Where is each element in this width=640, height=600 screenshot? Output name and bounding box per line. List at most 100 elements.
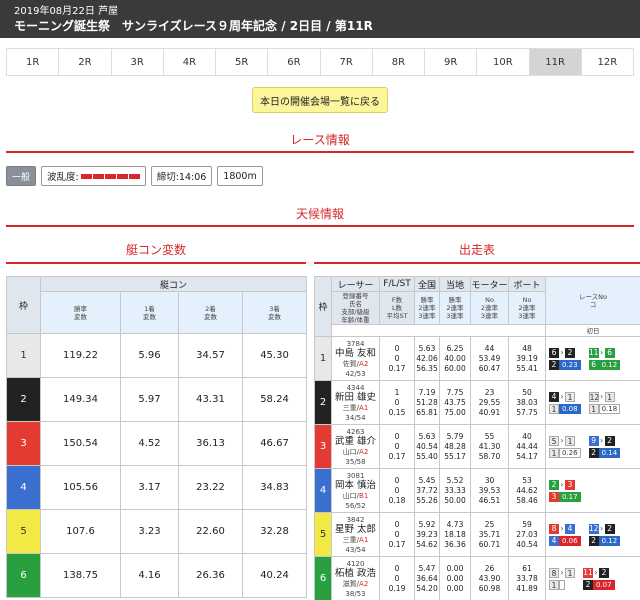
race-tab-3r[interactable]: 3R: [111, 49, 164, 75]
table-row: 4 105.56 3.17 23.22 34.83: [6, 465, 308, 510]
racer-cell: 4263 武重 雄介 山口/A2 35/58: [331, 424, 380, 469]
last-race: 12 › 2 2 0.12: [588, 523, 622, 547]
motor-value: 46.51: [478, 495, 501, 505]
motor-cell: 23 29.55 40.91: [470, 380, 509, 425]
race-tab-5r[interactable]: 5R: [216, 49, 269, 75]
col-boat: ボート: [508, 276, 546, 292]
last-races-group: 6 › 2 2 0.23 11 › 6 6 0.12: [548, 347, 638, 371]
boat-cell: 50 38.03 57.75: [508, 380, 546, 425]
last-race-st: 1 0.18: [588, 403, 621, 414]
loc-value: 5.79: [446, 431, 464, 441]
last-race-st: 2 0.23: [549, 359, 581, 370]
boatcon-value: 149.34: [40, 377, 121, 422]
fls-value: 0.17: [388, 363, 406, 373]
race-no-badge: 6: [549, 347, 559, 358]
sub-national: 勝率 2連率 3連率: [414, 291, 440, 325]
finish-badge: 2: [565, 347, 575, 358]
race-date-place: 2019年08月22日 芦屋: [14, 6, 119, 17]
nat-cell: 7.19 51.28 65.81: [414, 380, 440, 425]
loc-cell: 5.79 48.28 55.17: [439, 424, 471, 469]
last-race-course: 11 › 2: [583, 567, 609, 578]
fls-value: 0: [394, 353, 400, 363]
finish-badge: 4: [565, 523, 575, 534]
racer-class: A2: [359, 579, 369, 588]
st-value: [559, 579, 565, 590]
col-national: 全国: [414, 276, 440, 292]
motor-cell: 55 41.30 58.70: [470, 424, 509, 469]
table-row: 5 3842 星野 太郎 三重/A1 43/54 0 0 0.17 5.92 39.23 54.62…: [314, 512, 640, 557]
boat-value: 57.75: [516, 407, 538, 417]
motor-value: 35.71: [478, 529, 501, 539]
loc-value: 60.00: [444, 363, 466, 373]
boatcon-table: 枠 艇コン 勝率 変数 1着 変数 2着 変数 3着 変数 1 119.22 5.96 34…: [6, 276, 308, 598]
race-no-badge: 4: [549, 391, 559, 402]
race-tab-6r[interactable]: 6R: [268, 49, 321, 75]
race-tab-1r[interactable]: 1R: [7, 49, 60, 75]
boatcon-value: 34.57: [178, 333, 243, 378]
boat-value: 41.89: [516, 583, 538, 593]
boatcon-value: 23.22: [178, 465, 243, 510]
race-tab-10r[interactable]: 10R: [477, 49, 530, 75]
boat-value: 38.03: [516, 397, 538, 407]
motor-value: 58.70: [478, 451, 501, 461]
race-tab-8r[interactable]: 8R: [372, 49, 425, 75]
boatcon-value: 119.22: [40, 333, 121, 378]
last-race: 2 › 3 3 0.17: [548, 479, 582, 503]
grade-badge: 一般: [6, 166, 36, 186]
finish-badge: 6: [588, 359, 599, 370]
nat-value: 36.64: [416, 573, 438, 583]
distance-chip: 1800m: [217, 166, 263, 186]
back-to-venues-button[interactable]: 本日の開催会場一覧に戻る: [252, 87, 388, 113]
nat-value: 55.40: [416, 451, 438, 461]
last-race: 9 › 2 2 0.14: [588, 435, 622, 459]
racer-cell: 3842 星野 太郎 三重/A1 43/54: [331, 512, 380, 557]
race-tab-12r[interactable]: 12R: [581, 49, 633, 75]
boatcon-value: 4.16: [120, 553, 179, 598]
fls-value: 0: [394, 529, 400, 539]
race-tab-2r[interactable]: 2R: [59, 49, 112, 75]
race-tab-4r[interactable]: 4R: [163, 49, 216, 75]
table-row: 2 4344 新田 雄史 三重/A1 34/54 1 0 0.15 7.19 51.28 65.81…: [314, 380, 640, 425]
sub-boat: No 2連率 3連率: [508, 291, 546, 325]
last-race: 11 › 2 2 0.07: [582, 567, 616, 591]
race-no-badge: 9: [588, 435, 599, 446]
nat-cell: 5.45 37.72 55.26: [414, 468, 440, 513]
loc-value: 50.00: [444, 495, 466, 505]
haran-level-bars: [80, 173, 140, 179]
sub-motor: No 2連率 3連率: [470, 291, 509, 325]
boatcon-value: 46.67: [241, 421, 308, 466]
fls-value: 0.17: [388, 451, 406, 461]
race-tab-11r[interactable]: 11R: [529, 49, 582, 75]
racer-branch: 山口/: [342, 491, 360, 500]
last-race-st: 4 0.06: [549, 535, 581, 546]
race-no-badge: 8: [549, 567, 559, 578]
last-race-course: 6 › 2: [549, 347, 575, 358]
boatcon-value: 4.52: [120, 421, 179, 466]
boatcon-value: 3.17: [120, 465, 179, 510]
racer-name: 柘植 政浩: [334, 567, 377, 579]
finish-badge: 1: [565, 435, 575, 446]
race-tab-9r[interactable]: 9R: [425, 49, 478, 75]
last-race: 5 › 1 1 0.26: [548, 435, 582, 459]
boat-value: 44.44: [516, 441, 538, 451]
boat-value: 50: [522, 387, 532, 397]
st-value: 0.26: [559, 447, 581, 458]
boatcon-value: 43.31: [178, 377, 243, 422]
col-fls: F/L/ST: [379, 276, 415, 292]
boat-value: 27.03: [516, 529, 538, 539]
finish-badge: 2: [599, 567, 609, 578]
finish-badge: 1: [604, 391, 615, 402]
racer-class: A1: [359, 403, 369, 412]
st-value: 0.07: [593, 579, 615, 590]
race-tab-7r[interactable]: 7R: [320, 49, 373, 75]
finish-badge: 1: [565, 391, 575, 402]
last-race-course: 5 › 1: [549, 435, 575, 446]
racer-name: 新田 雄史: [334, 391, 377, 403]
motor-value: 26: [484, 563, 495, 573]
motor-cell: 25 35.71 60.71: [470, 512, 509, 557]
finish-badge: 2: [588, 535, 599, 546]
fls-value: 0: [394, 485, 400, 495]
waku-cell: 3: [314, 424, 332, 469]
nat-value: 5.45: [418, 475, 436, 485]
waku-cell: 6: [314, 556, 332, 600]
